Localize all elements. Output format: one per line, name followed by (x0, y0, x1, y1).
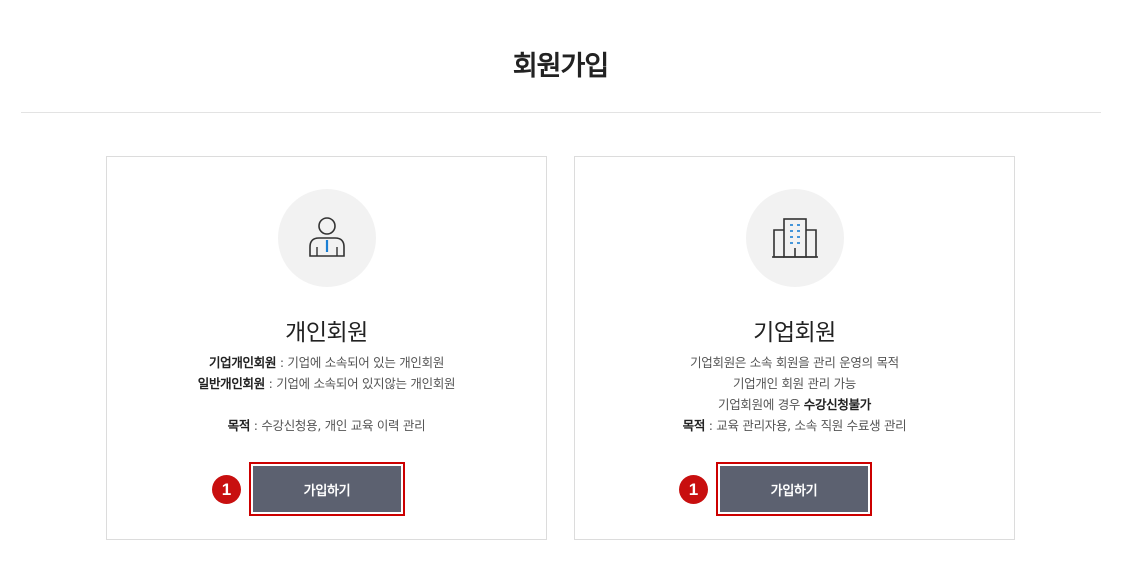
personal-card-title: 개인회원 (285, 320, 368, 346)
corporate-member-card: 기업회원 기업회원은 소속 회원을 관리 운영의 목적 기업개인 회원 관리 가… (574, 156, 1015, 540)
corporate-card-title: 기업회원 (753, 320, 836, 346)
personal-join-button[interactable]: 가입하기 (249, 462, 405, 516)
personal-icon-circle (278, 189, 376, 287)
corporate-desc-line-3: 기업회원에 경우 수강신청불가 (718, 397, 871, 412)
title-divider (21, 112, 1101, 113)
corporate-join-button-label: 가입하기 (720, 466, 868, 512)
personal-member-card: 개인회원 기업개인회원 : 기업에 소속되어 있는 개인회원 일반개인회원 : … (106, 156, 547, 540)
step-badge: 1 (212, 475, 241, 504)
corporate-purpose-line: 목적 : 교육 관리자용, 소속 직원 수료생 관리 (682, 418, 907, 433)
page-title: 회원가입 (512, 51, 609, 82)
person-icon (309, 217, 345, 257)
corporate-join-button[interactable]: 가입하기 (716, 462, 872, 516)
step-badge: 1 (679, 475, 708, 504)
personal-desc-line-1: 기업개인회원 : 기업에 소속되어 있는 개인회원 (208, 355, 445, 370)
building-icon (772, 218, 818, 258)
personal-join-button-label: 가입하기 (253, 466, 401, 512)
corporate-icon-circle (746, 189, 844, 287)
corporate-desc-line-2: 기업개인 회원 관리 가능 (732, 376, 857, 391)
corporate-desc-line-1: 기업회원은 소속 회원을 관리 운영의 목적 (690, 355, 899, 370)
personal-purpose-line: 목적 : 수강신청용, 개인 교육 이력 관리 (227, 418, 426, 433)
personal-desc-line-2: 일반개인회원 : 기업에 소속되어 있지않는 개인회원 (197, 376, 456, 391)
